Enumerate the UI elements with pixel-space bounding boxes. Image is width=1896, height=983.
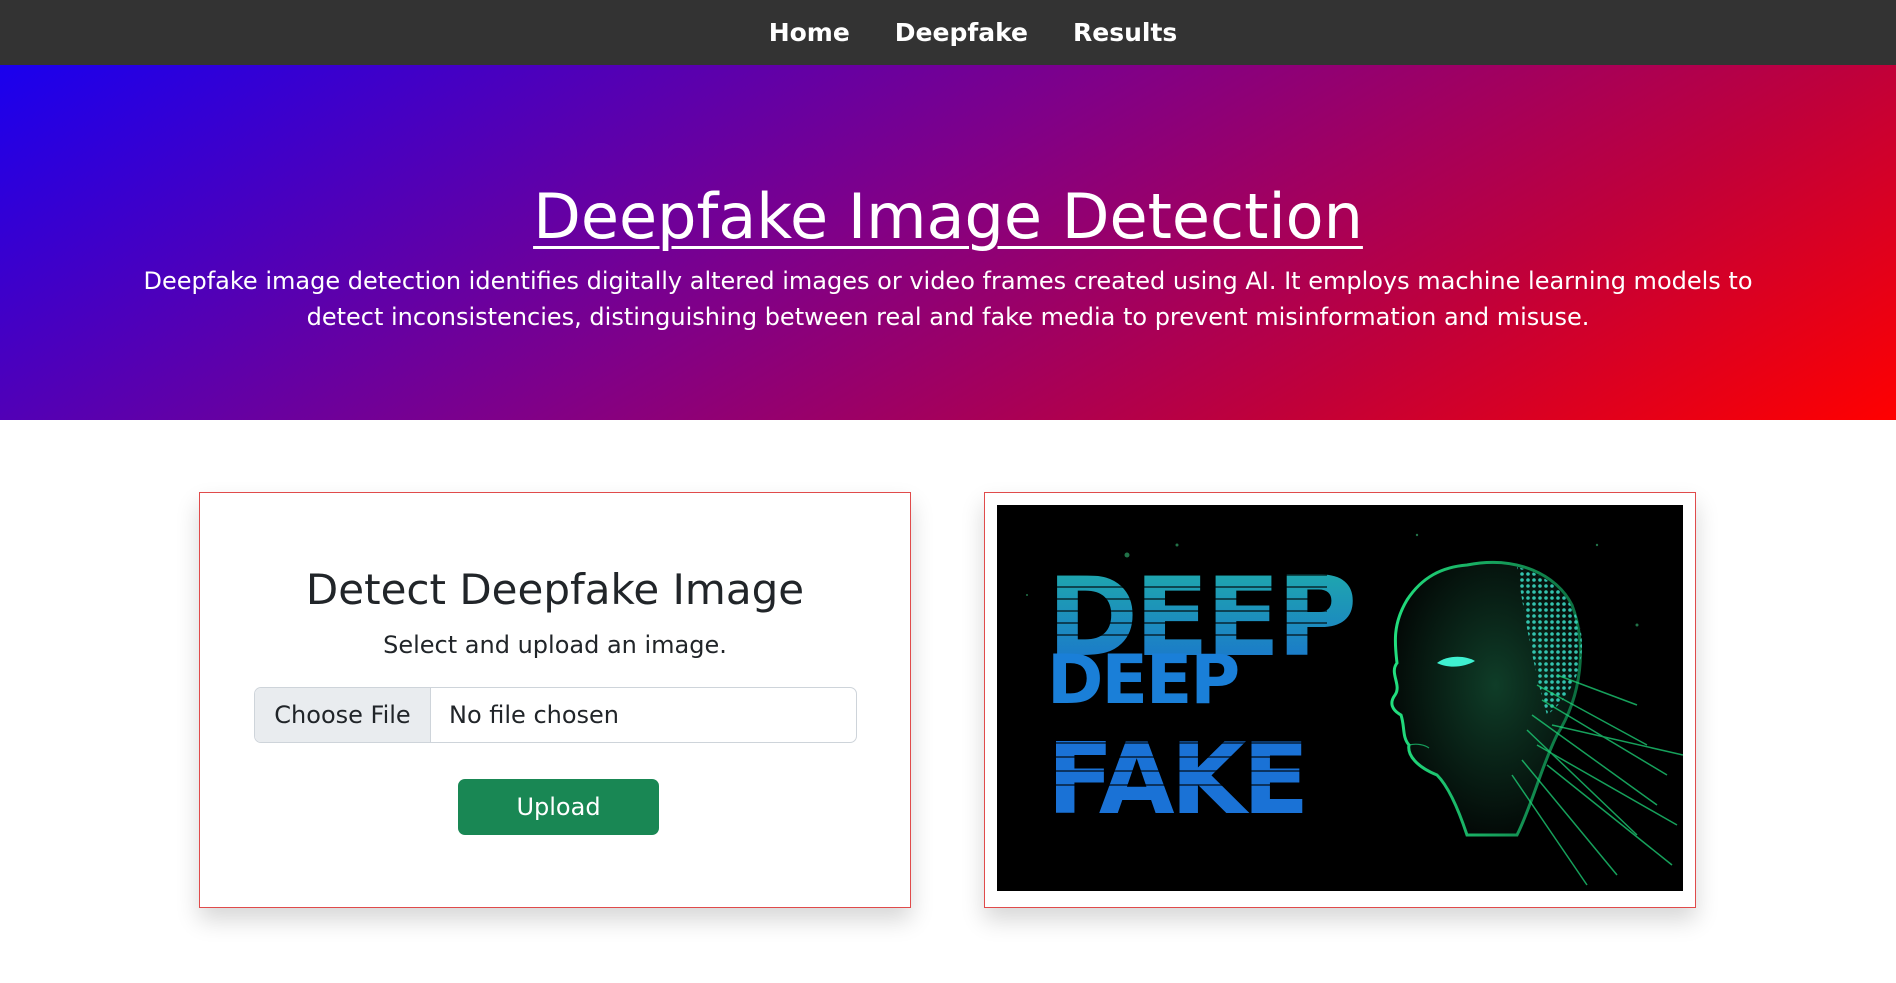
detect-card-title: Detect Deepfake Image (305, 565, 805, 614)
page-title: Deepfake Image Detection (533, 180, 1363, 253)
detect-card: Detect Deepfake Image Select and upload … (199, 492, 911, 908)
hero-banner: Deepfake Image Detection Deepfake image … (0, 65, 1896, 420)
art-text-deep-2: DEEP (1047, 641, 1238, 720)
hero-description: Deepfake image detection identifies digi… (143, 267, 1753, 331)
upload-button[interactable]: Upload (458, 779, 659, 835)
nav-link-home[interactable]: Home (769, 18, 850, 47)
nav-link-deepfake[interactable]: Deepfake (895, 18, 1028, 47)
detect-card-subtitle: Select and upload an image. (383, 631, 727, 659)
art-text-fake: FAKE (1047, 723, 1305, 837)
nav-link-results[interactable]: Results (1073, 18, 1177, 47)
top-navbar: Home Deepfake Results (0, 0, 1896, 65)
file-input[interactable]: Choose File No file chosen (254, 687, 857, 743)
deepfake-illustration: DEEP DEEP FAKE (997, 505, 1683, 891)
illustration-card: DEEP DEEP FAKE (984, 492, 1696, 908)
choose-file-button[interactable]: Choose File (255, 688, 431, 742)
file-status-text: No file chosen (449, 701, 620, 729)
deepfake-illustration-svg: DEEP DEEP FAKE (1026, 533, 1683, 886)
